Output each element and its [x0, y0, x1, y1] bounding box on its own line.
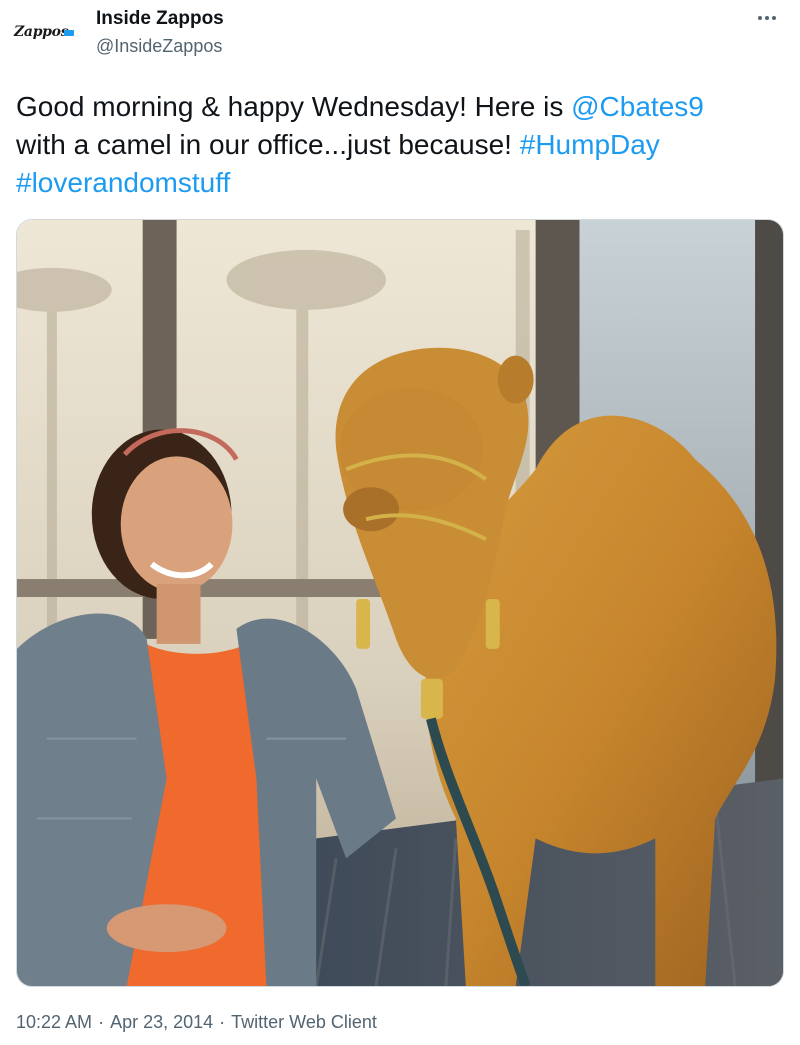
avatar[interactable]: Zappos [14, 12, 78, 52]
tweet-text: Good morning & happy Wednesday! Here is … [16, 88, 786, 202]
tweet-text-part: Good morning & happy Wednesday! Here is [16, 91, 572, 122]
separator: · [219, 1012, 226, 1032]
more-dot [765, 16, 769, 20]
hashtag-link[interactable]: #HumpDay [520, 129, 660, 160]
tweet-card: Zappos Inside Zappos @InsideZappos Good … [0, 0, 800, 1045]
logo-mark [64, 30, 74, 36]
mention-link[interactable]: @Cbates9 [571, 91, 704, 122]
tweet-text-part: with a camel in our office...just becaus… [16, 129, 520, 160]
tweet-time[interactable]: 10:22 AM [16, 1012, 92, 1032]
hashtag-link[interactable]: #loverandomstuff [16, 167, 230, 198]
separator: · [98, 1012, 105, 1032]
tweet-date[interactable]: Apr 23, 2014 [110, 1012, 213, 1032]
more-options-button[interactable] [752, 6, 782, 30]
more-horizontal-icon [758, 16, 762, 20]
author-name[interactable]: Inside Zappos [96, 8, 224, 30]
tweet-source[interactable]: Twitter Web Client [231, 1012, 377, 1032]
tweet-photo[interactable] [16, 219, 784, 987]
more-dot [772, 16, 776, 20]
tweet-meta: 10:22 AM · Apr 23, 2014 · Twitter Web Client [16, 1012, 377, 1033]
zappos-logo-icon: Zappos [14, 24, 69, 40]
photo-image [17, 220, 783, 986]
author-handle[interactable]: @InsideZappos [96, 36, 222, 57]
